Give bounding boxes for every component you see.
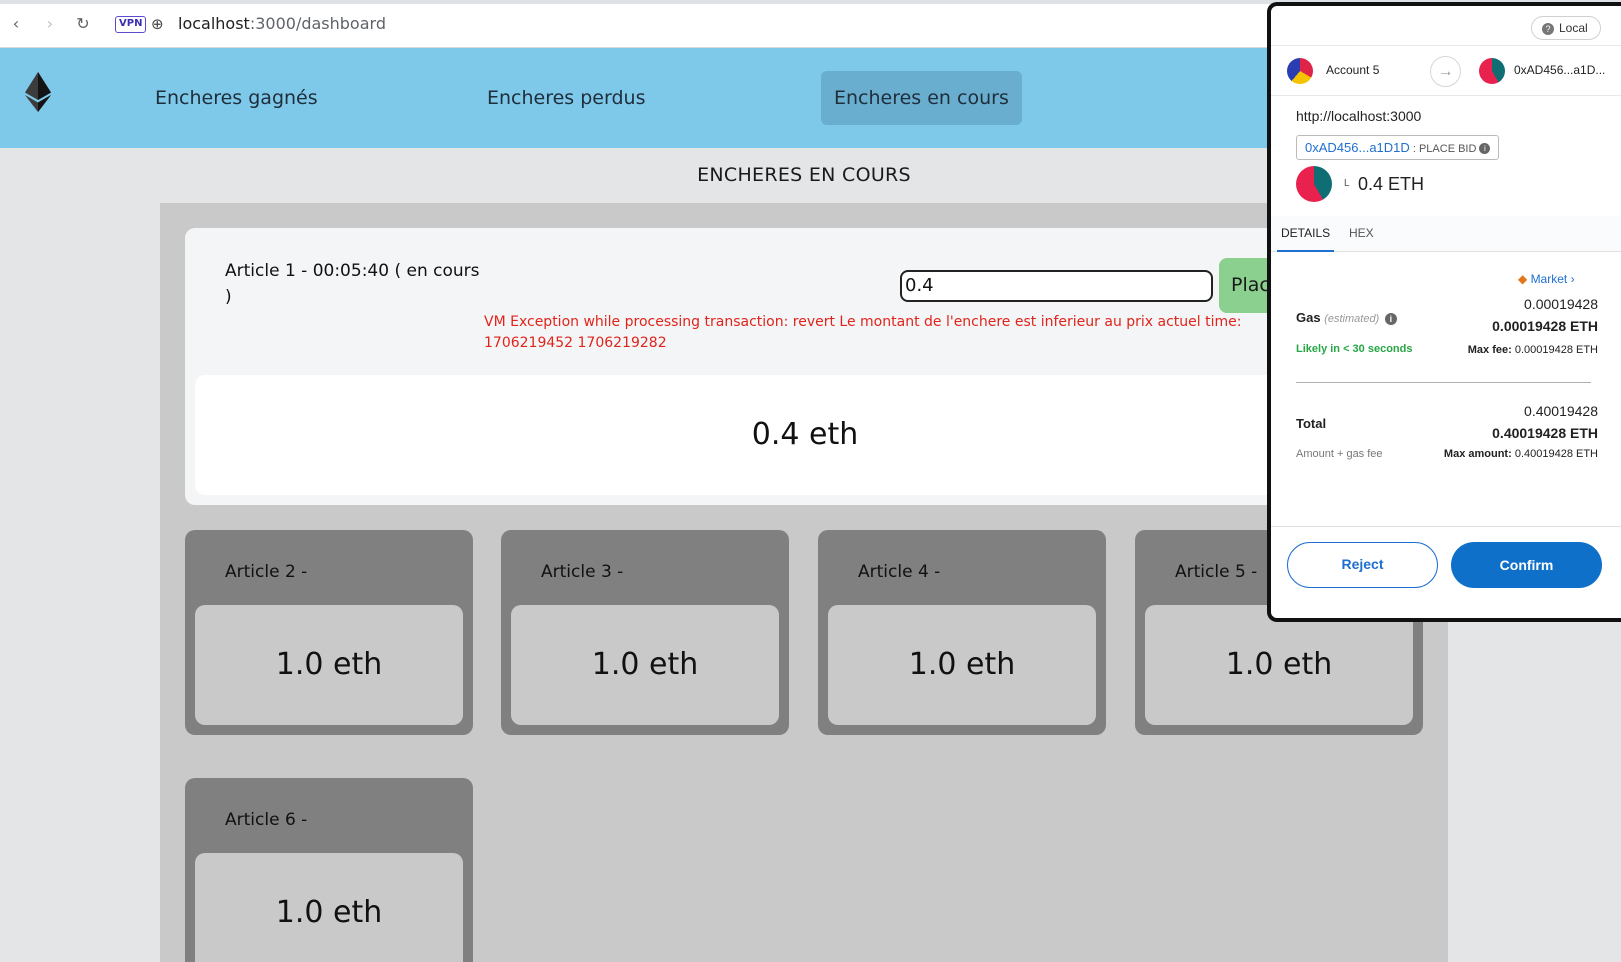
reject-button[interactable]: Reject bbox=[1287, 542, 1438, 588]
article-label: Article 6 - bbox=[225, 810, 308, 830]
article-label: Article 2 - bbox=[225, 562, 308, 582]
tab-details[interactable]: DETAILS bbox=[1277, 216, 1335, 252]
likely-time: Likely in < 30 seconds bbox=[1296, 343, 1413, 355]
vpn-badge[interactable]: VPN bbox=[115, 16, 147, 33]
total-label: Total bbox=[1296, 416, 1327, 431]
request-origin: http://localhost:3000 bbox=[1296, 108, 1422, 124]
ethereum-logo-icon[interactable] bbox=[25, 72, 51, 112]
article-price: 1.0 eth bbox=[195, 605, 463, 725]
chevron-right-icon: › bbox=[1567, 272, 1575, 286]
market-label: Market bbox=[1530, 272, 1568, 286]
gas-title: Gas bbox=[1296, 310, 1321, 325]
max-fee-value: 0.00019428 ETH bbox=[1514, 344, 1598, 356]
contract-address: 0xAD456...a1D1D bbox=[1305, 140, 1410, 155]
active-article-title: Article 1 - 00:05:40 ( en cours ) bbox=[225, 261, 480, 307]
amount-gas-label: Amount + gas fee bbox=[1296, 448, 1383, 460]
article-label: Article 5 - bbox=[1175, 562, 1258, 582]
gas-market-selector[interactable]: ◆ Market › bbox=[1518, 272, 1575, 286]
contract-avatar bbox=[1296, 166, 1332, 202]
gas-eth: 0.00019428 ETH bbox=[1492, 318, 1598, 334]
article-card[interactable]: Article 4 - 1.0 eth bbox=[818, 530, 1106, 735]
metamask-footer: Reject Confirm bbox=[1271, 526, 1621, 618]
info-icon: i bbox=[1479, 143, 1491, 155]
metamask-top-bar: ? Local bbox=[1271, 6, 1621, 46]
active-article-price: 0.4 eth bbox=[195, 375, 1415, 495]
to-account-avatar bbox=[1479, 58, 1505, 84]
article-card[interactable]: Article 3 - 1.0 eth bbox=[501, 530, 789, 735]
max-fee: Max fee: 0.00019428 ETH bbox=[1468, 344, 1598, 356]
article-price: 1.0 eth bbox=[1145, 605, 1413, 725]
forward-icon[interactable]: › bbox=[40, 14, 60, 34]
url-path: :3000/dashboard bbox=[249, 14, 386, 33]
details-tabs: DETAILS HEX bbox=[1271, 216, 1621, 252]
max-amount-label: Max amount: bbox=[1443, 448, 1512, 460]
confirm-button[interactable]: Confirm bbox=[1451, 542, 1602, 588]
network-selector[interactable]: ? Local bbox=[1531, 16, 1601, 40]
total-value: 0.40019428 bbox=[1524, 403, 1598, 419]
reload-icon[interactable]: ↻ bbox=[73, 14, 93, 34]
url-host: localhost bbox=[178, 14, 250, 33]
account-row: Account 5 → 0xAD456...a1D... bbox=[1271, 46, 1621, 96]
article-label: Article 3 - bbox=[541, 562, 624, 582]
network-label: Local bbox=[1559, 21, 1588, 35]
amount-prefix: L bbox=[1344, 178, 1350, 189]
arrow-right-icon: → bbox=[1430, 56, 1461, 87]
fox-icon: ◆ bbox=[1518, 272, 1531, 286]
gas-label: Gas (estimated) i bbox=[1296, 310, 1397, 325]
article-price: 1.0 eth bbox=[511, 605, 779, 725]
transaction-amount: 0.4 ETH bbox=[1358, 174, 1425, 194]
article-card[interactable]: Article 6 - 1.0 eth bbox=[185, 778, 473, 962]
back-icon[interactable]: ‹ bbox=[6, 14, 26, 34]
article-price: 1.0 eth bbox=[828, 605, 1096, 725]
help-icon: ? bbox=[1542, 22, 1554, 35]
max-fee-label: Max fee: bbox=[1467, 344, 1512, 356]
from-account-name[interactable]: Account 5 bbox=[1326, 63, 1379, 77]
globe-icon: ⊕ bbox=[151, 15, 164, 33]
article-label: Article 4 - bbox=[858, 562, 941, 582]
nav-encheres-en-cours[interactable]: Encheres en cours bbox=[821, 71, 1022, 125]
total-eth: 0.40019428 ETH bbox=[1492, 425, 1598, 441]
address-bar[interactable]: localhost:3000/dashboard bbox=[178, 14, 386, 33]
bid-amount-input[interactable]: 0.4 bbox=[900, 270, 1213, 302]
article-card[interactable]: Article 2 - 1.0 eth bbox=[185, 530, 473, 735]
to-address[interactable]: 0xAD456...a1D... bbox=[1514, 63, 1605, 77]
nav-encheres-gagnes[interactable]: Encheres gagnés bbox=[142, 71, 331, 125]
info-icon[interactable]: i bbox=[1384, 312, 1397, 325]
method-name: PLACE BID bbox=[1418, 143, 1477, 155]
active-article-card: Article 1 - 00:05:40 ( en cours ) 0.4 Pl… bbox=[185, 228, 1425, 505]
article-price: 1.0 eth bbox=[195, 853, 463, 962]
gas-value: 0.00019428 bbox=[1524, 296, 1598, 312]
contract-method-chip[interactable]: 0xAD456...a1D1D : PLACE BID i bbox=[1296, 135, 1500, 160]
max-amount-value: 0.40019428 ETH bbox=[1514, 448, 1598, 460]
tab-hex[interactable]: HEX bbox=[1349, 216, 1374, 252]
gas-estimated: (estimated) bbox=[1324, 313, 1380, 325]
error-message: VM Exception while processing transactio… bbox=[484, 314, 1242, 351]
from-account-avatar bbox=[1287, 58, 1313, 84]
max-amount: Max amount: 0.40019428 ETH bbox=[1444, 448, 1598, 460]
metamask-popup: ? Local Account 5 → 0xAD456...a1D... http… bbox=[1267, 2, 1621, 622]
nav-encheres-perdus[interactable]: Encheres perdus bbox=[474, 71, 658, 125]
divider bbox=[1296, 382, 1591, 383]
